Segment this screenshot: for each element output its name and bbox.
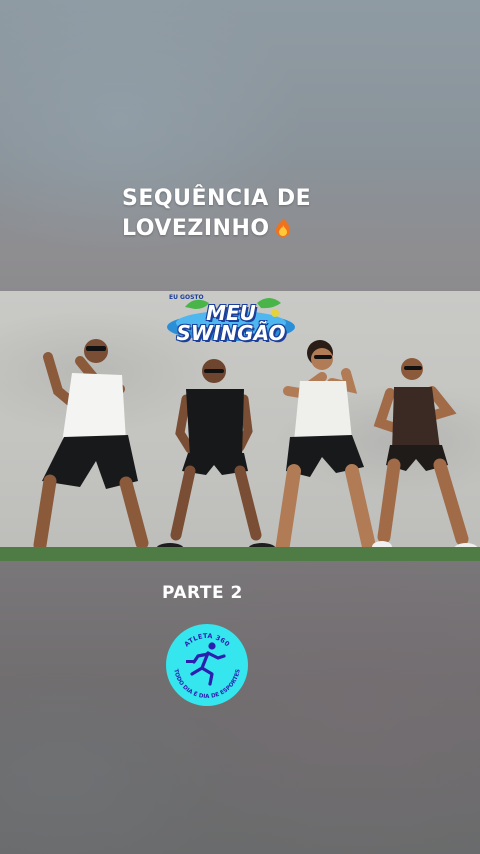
caption-line-2-wrap: LOVEZINHO	[122, 214, 382, 244]
dancer-1	[24, 339, 158, 559]
caption-line-2: LOVEZINHO	[122, 216, 270, 241]
caption: SEQUÊNCIA DE LOVEZINHO	[122, 184, 382, 244]
grass-floor	[0, 547, 480, 561]
logo-small-text: EU GOSTO	[169, 294, 204, 301]
atleta-360-badge: ATLETA 360 TODO DIA É DIA DE ESPORTES	[166, 624, 248, 706]
part-label: PARTE 2	[162, 583, 243, 603]
fire-icon	[275, 217, 290, 237]
video-frame[interactable]: EU GOSTO MEU SWINGÃO	[0, 291, 480, 561]
dancer-2	[156, 359, 276, 555]
dancer-4	[372, 358, 478, 555]
caption-line-1: SEQUÊNCIA DE	[122, 186, 312, 211]
